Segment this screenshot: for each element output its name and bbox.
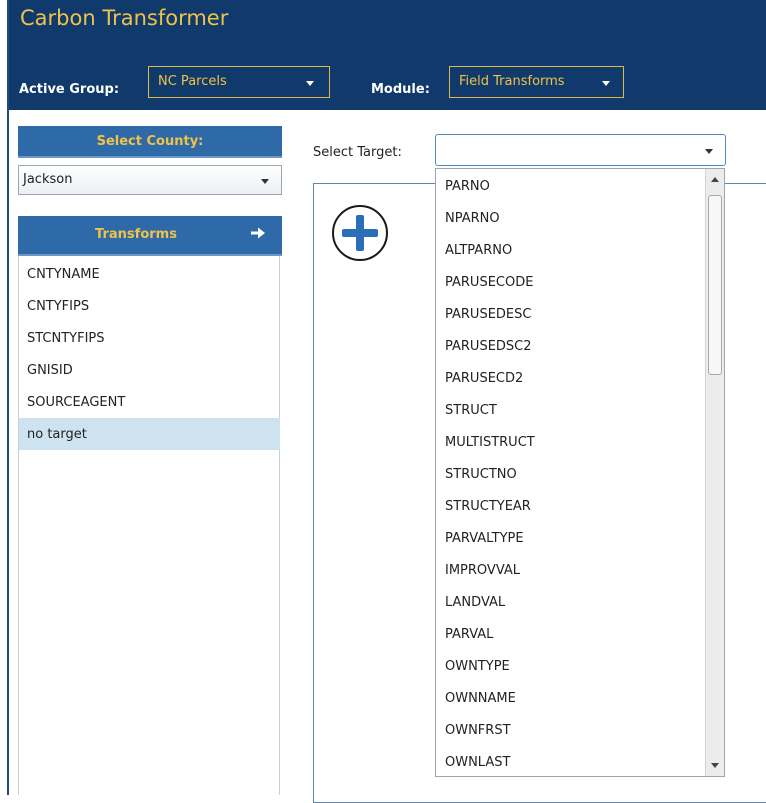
target-select[interactable] [435, 134, 726, 166]
dropdown-option[interactable]: LANDVAL [436, 586, 706, 618]
plus-circle-icon[interactable] [331, 204, 389, 262]
list-item-selected[interactable]: no target [19, 418, 280, 450]
dropdown-scrollbar[interactable] [705, 169, 724, 776]
scrollbar-thumb[interactable] [708, 195, 722, 375]
dropdown-option[interactable]: OWNFRST [436, 714, 706, 746]
transforms-heading-label: Transforms [95, 227, 177, 242]
dropdown-option[interactable]: STRUCTNO [436, 458, 706, 490]
transforms-list: CNTYNAME CNTYFIPS STCNTYFIPS GNISID SOUR… [18, 256, 280, 795]
dropdown-option[interactable]: PARUSEDESC [436, 298, 706, 330]
county-select[interactable]: Jackson [18, 165, 282, 195]
dropdown-option[interactable]: PARUSEDSC2 [436, 330, 706, 362]
chevron-down-icon [261, 179, 269, 184]
list-item[interactable]: CNTYNAME [19, 258, 280, 290]
arrow-right-icon[interactable] [250, 225, 266, 241]
module-value: Field Transforms [459, 74, 565, 89]
dropdown-option[interactable]: OWNLAST [436, 746, 706, 776]
active-group-value: NC Parcels [158, 74, 227, 89]
dropdown-option[interactable]: IMPROVVAL [436, 554, 706, 586]
dropdown-option[interactable]: ALTPARNO [436, 234, 706, 266]
county-value: Jackson [23, 172, 73, 187]
module-label: Module: [371, 82, 430, 97]
dropdown-option[interactable]: PARUSECODE [436, 266, 706, 298]
left-border [7, 0, 9, 795]
header-bar: Carbon Transformer Active Group: NC Parc… [9, 0, 766, 110]
dropdown-option[interactable]: PARNO [436, 170, 706, 202]
chevron-down-icon [306, 81, 314, 86]
dropdown-option[interactable]: OWNTYPE [436, 650, 706, 682]
dropdown-option[interactable]: STRUCTYEAR [436, 490, 706, 522]
app-window: Carbon Transformer Active Group: NC Parc… [0, 0, 766, 803]
dropdown-option[interactable]: MULTISTRUCT [436, 426, 706, 458]
dropdown-option[interactable]: NPARNO [436, 202, 706, 234]
dropdown-option[interactable]: PARUSECD2 [436, 362, 706, 394]
dropdown-option[interactable]: STRUCT [436, 394, 706, 426]
dropdown-option[interactable]: OWNNAME [436, 682, 706, 714]
active-group-select[interactable]: NC Parcels [148, 66, 330, 98]
select-target-label: Select Target: [313, 145, 402, 160]
list-item[interactable]: CNTYFIPS [19, 290, 280, 322]
list-item[interactable]: SOURCEAGENT [19, 386, 280, 418]
chevron-down-icon [705, 149, 713, 154]
chevron-down-icon [602, 81, 610, 86]
select-county-heading: Select County: [18, 126, 282, 158]
scroll-down-icon[interactable] [711, 763, 719, 768]
dropdown-option[interactable]: PARVALTYPE [436, 522, 706, 554]
target-dropdown-list: PARNO NPARNO ALTPARNO PARUSECODE PARUSED… [435, 168, 725, 777]
app-title: Carbon Transformer [20, 6, 229, 30]
list-item[interactable]: GNISID [19, 354, 280, 386]
list-item[interactable]: STCNTYFIPS [19, 322, 280, 354]
transforms-heading: Transforms [18, 216, 282, 256]
scroll-up-icon[interactable] [711, 177, 719, 182]
dropdown-option[interactable]: PARVAL [436, 618, 706, 650]
module-select[interactable]: Field Transforms [449, 66, 624, 98]
active-group-label: Active Group: [19, 82, 120, 97]
